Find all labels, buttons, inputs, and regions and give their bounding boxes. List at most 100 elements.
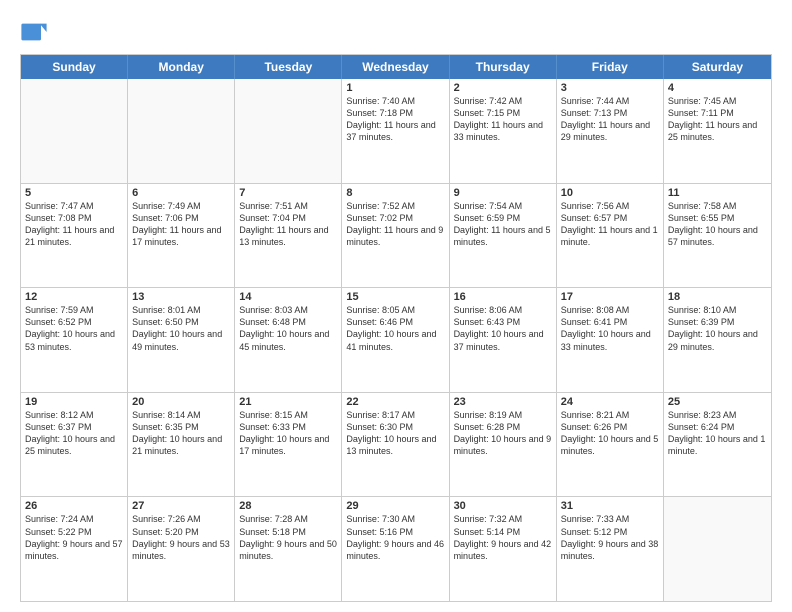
cell-text: Sunrise: 8:08 AM Sunset: 6:41 PM Dayligh…	[561, 304, 659, 353]
day-number: 25	[668, 396, 767, 408]
day-cell-29: 29Sunrise: 7:30 AM Sunset: 5:16 PM Dayli…	[342, 497, 449, 601]
header-day-sunday: Sunday	[21, 55, 128, 79]
cell-text: Sunrise: 8:05 AM Sunset: 6:46 PM Dayligh…	[346, 304, 444, 353]
cell-text: Sunrise: 7:45 AM Sunset: 7:11 PM Dayligh…	[668, 95, 767, 144]
day-number: 20	[132, 396, 230, 408]
day-number: 16	[454, 291, 552, 303]
day-cell-4: 4Sunrise: 7:45 AM Sunset: 7:11 PM Daylig…	[664, 79, 771, 183]
day-number: 10	[561, 187, 659, 199]
cell-text: Sunrise: 8:01 AM Sunset: 6:50 PM Dayligh…	[132, 304, 230, 353]
cell-text: Sunrise: 8:03 AM Sunset: 6:48 PM Dayligh…	[239, 304, 337, 353]
week-row-3: 19Sunrise: 8:12 AM Sunset: 6:37 PM Dayli…	[21, 393, 771, 498]
day-cell-6: 6Sunrise: 7:49 AM Sunset: 7:06 PM Daylig…	[128, 184, 235, 288]
day-number: 13	[132, 291, 230, 303]
cell-text: Sunrise: 8:21 AM Sunset: 6:26 PM Dayligh…	[561, 409, 659, 458]
day-cell-8: 8Sunrise: 7:52 AM Sunset: 7:02 PM Daylig…	[342, 184, 449, 288]
cell-text: Sunrise: 7:54 AM Sunset: 6:59 PM Dayligh…	[454, 200, 552, 249]
day-cell-13: 13Sunrise: 8:01 AM Sunset: 6:50 PM Dayli…	[128, 288, 235, 392]
week-row-4: 26Sunrise: 7:24 AM Sunset: 5:22 PM Dayli…	[21, 497, 771, 601]
header-day-saturday: Saturday	[664, 55, 771, 79]
day-number: 27	[132, 500, 230, 512]
day-cell-10: 10Sunrise: 7:56 AM Sunset: 6:57 PM Dayli…	[557, 184, 664, 288]
calendar: SundayMondayTuesdayWednesdayThursdayFrid…	[20, 54, 772, 602]
day-cell-27: 27Sunrise: 7:26 AM Sunset: 5:20 PM Dayli…	[128, 497, 235, 601]
day-cell-24: 24Sunrise: 8:21 AM Sunset: 6:26 PM Dayli…	[557, 393, 664, 497]
day-number: 11	[668, 187, 767, 199]
day-number: 5	[25, 187, 123, 199]
day-cell-26: 26Sunrise: 7:24 AM Sunset: 5:22 PM Dayli…	[21, 497, 128, 601]
day-number: 22	[346, 396, 444, 408]
day-number: 17	[561, 291, 659, 303]
cell-text: Sunrise: 8:10 AM Sunset: 6:39 PM Dayligh…	[668, 304, 767, 353]
cell-text: Sunrise: 7:24 AM Sunset: 5:22 PM Dayligh…	[25, 513, 123, 562]
cell-text: Sunrise: 7:33 AM Sunset: 5:12 PM Dayligh…	[561, 513, 659, 562]
header-day-friday: Friday	[557, 55, 664, 79]
cell-text: Sunrise: 8:12 AM Sunset: 6:37 PM Dayligh…	[25, 409, 123, 458]
day-number: 12	[25, 291, 123, 303]
day-cell-7: 7Sunrise: 7:51 AM Sunset: 7:04 PM Daylig…	[235, 184, 342, 288]
week-row-0: 1Sunrise: 7:40 AM Sunset: 7:18 PM Daylig…	[21, 79, 771, 184]
cell-text: Sunrise: 7:47 AM Sunset: 7:08 PM Dayligh…	[25, 200, 123, 249]
logo-icon	[20, 18, 48, 46]
day-number: 31	[561, 500, 659, 512]
day-cell-28: 28Sunrise: 7:28 AM Sunset: 5:18 PM Dayli…	[235, 497, 342, 601]
day-number: 9	[454, 187, 552, 199]
day-number: 29	[346, 500, 444, 512]
day-cell-17: 17Sunrise: 8:08 AM Sunset: 6:41 PM Dayli…	[557, 288, 664, 392]
day-number: 21	[239, 396, 337, 408]
day-cell-5: 5Sunrise: 7:47 AM Sunset: 7:08 PM Daylig…	[21, 184, 128, 288]
week-row-2: 12Sunrise: 7:59 AM Sunset: 6:52 PM Dayli…	[21, 288, 771, 393]
day-cell-12: 12Sunrise: 7:59 AM Sunset: 6:52 PM Dayli…	[21, 288, 128, 392]
day-cell-15: 15Sunrise: 8:05 AM Sunset: 6:46 PM Dayli…	[342, 288, 449, 392]
cell-text: Sunrise: 7:28 AM Sunset: 5:18 PM Dayligh…	[239, 513, 337, 562]
cell-text: Sunrise: 8:15 AM Sunset: 6:33 PM Dayligh…	[239, 409, 337, 458]
calendar-header: SundayMondayTuesdayWednesdayThursdayFrid…	[21, 55, 771, 79]
cell-text: Sunrise: 7:51 AM Sunset: 7:04 PM Dayligh…	[239, 200, 337, 249]
day-cell-22: 22Sunrise: 8:17 AM Sunset: 6:30 PM Dayli…	[342, 393, 449, 497]
day-number: 15	[346, 291, 444, 303]
day-number: 19	[25, 396, 123, 408]
day-number: 28	[239, 500, 337, 512]
day-cell-18: 18Sunrise: 8:10 AM Sunset: 6:39 PM Dayli…	[664, 288, 771, 392]
cell-text: Sunrise: 8:23 AM Sunset: 6:24 PM Dayligh…	[668, 409, 767, 458]
day-number: 1	[346, 82, 444, 94]
day-cell-21: 21Sunrise: 8:15 AM Sunset: 6:33 PM Dayli…	[235, 393, 342, 497]
day-number: 23	[454, 396, 552, 408]
empty-cell	[128, 79, 235, 183]
empty-cell	[235, 79, 342, 183]
day-cell-25: 25Sunrise: 8:23 AM Sunset: 6:24 PM Dayli…	[664, 393, 771, 497]
day-cell-14: 14Sunrise: 8:03 AM Sunset: 6:48 PM Dayli…	[235, 288, 342, 392]
cell-text: Sunrise: 8:17 AM Sunset: 6:30 PM Dayligh…	[346, 409, 444, 458]
day-cell-3: 3Sunrise: 7:44 AM Sunset: 7:13 PM Daylig…	[557, 79, 664, 183]
cell-text: Sunrise: 7:56 AM Sunset: 6:57 PM Dayligh…	[561, 200, 659, 249]
cell-text: Sunrise: 8:14 AM Sunset: 6:35 PM Dayligh…	[132, 409, 230, 458]
empty-cell	[21, 79, 128, 183]
day-cell-30: 30Sunrise: 7:32 AM Sunset: 5:14 PM Dayli…	[450, 497, 557, 601]
day-cell-23: 23Sunrise: 8:19 AM Sunset: 6:28 PM Dayli…	[450, 393, 557, 497]
day-cell-11: 11Sunrise: 7:58 AM Sunset: 6:55 PM Dayli…	[664, 184, 771, 288]
header-day-thursday: Thursday	[450, 55, 557, 79]
day-cell-19: 19Sunrise: 8:12 AM Sunset: 6:37 PM Dayli…	[21, 393, 128, 497]
cell-text: Sunrise: 7:52 AM Sunset: 7:02 PM Dayligh…	[346, 200, 444, 249]
logo	[20, 18, 52, 46]
cell-text: Sunrise: 8:19 AM Sunset: 6:28 PM Dayligh…	[454, 409, 552, 458]
day-number: 6	[132, 187, 230, 199]
day-number: 7	[239, 187, 337, 199]
day-cell-1: 1Sunrise: 7:40 AM Sunset: 7:18 PM Daylig…	[342, 79, 449, 183]
day-number: 14	[239, 291, 337, 303]
day-cell-16: 16Sunrise: 8:06 AM Sunset: 6:43 PM Dayli…	[450, 288, 557, 392]
cell-text: Sunrise: 7:49 AM Sunset: 7:06 PM Dayligh…	[132, 200, 230, 249]
page: SundayMondayTuesdayWednesdayThursdayFrid…	[0, 0, 792, 612]
cell-text: Sunrise: 7:44 AM Sunset: 7:13 PM Dayligh…	[561, 95, 659, 144]
day-number: 3	[561, 82, 659, 94]
day-cell-20: 20Sunrise: 8:14 AM Sunset: 6:35 PM Dayli…	[128, 393, 235, 497]
cell-text: Sunrise: 8:06 AM Sunset: 6:43 PM Dayligh…	[454, 304, 552, 353]
empty-cell	[664, 497, 771, 601]
header-day-wednesday: Wednesday	[342, 55, 449, 79]
day-number: 26	[25, 500, 123, 512]
day-cell-9: 9Sunrise: 7:54 AM Sunset: 6:59 PM Daylig…	[450, 184, 557, 288]
day-cell-2: 2Sunrise: 7:42 AM Sunset: 7:15 PM Daylig…	[450, 79, 557, 183]
cell-text: Sunrise: 7:42 AM Sunset: 7:15 PM Dayligh…	[454, 95, 552, 144]
header-day-tuesday: Tuesday	[235, 55, 342, 79]
day-number: 30	[454, 500, 552, 512]
